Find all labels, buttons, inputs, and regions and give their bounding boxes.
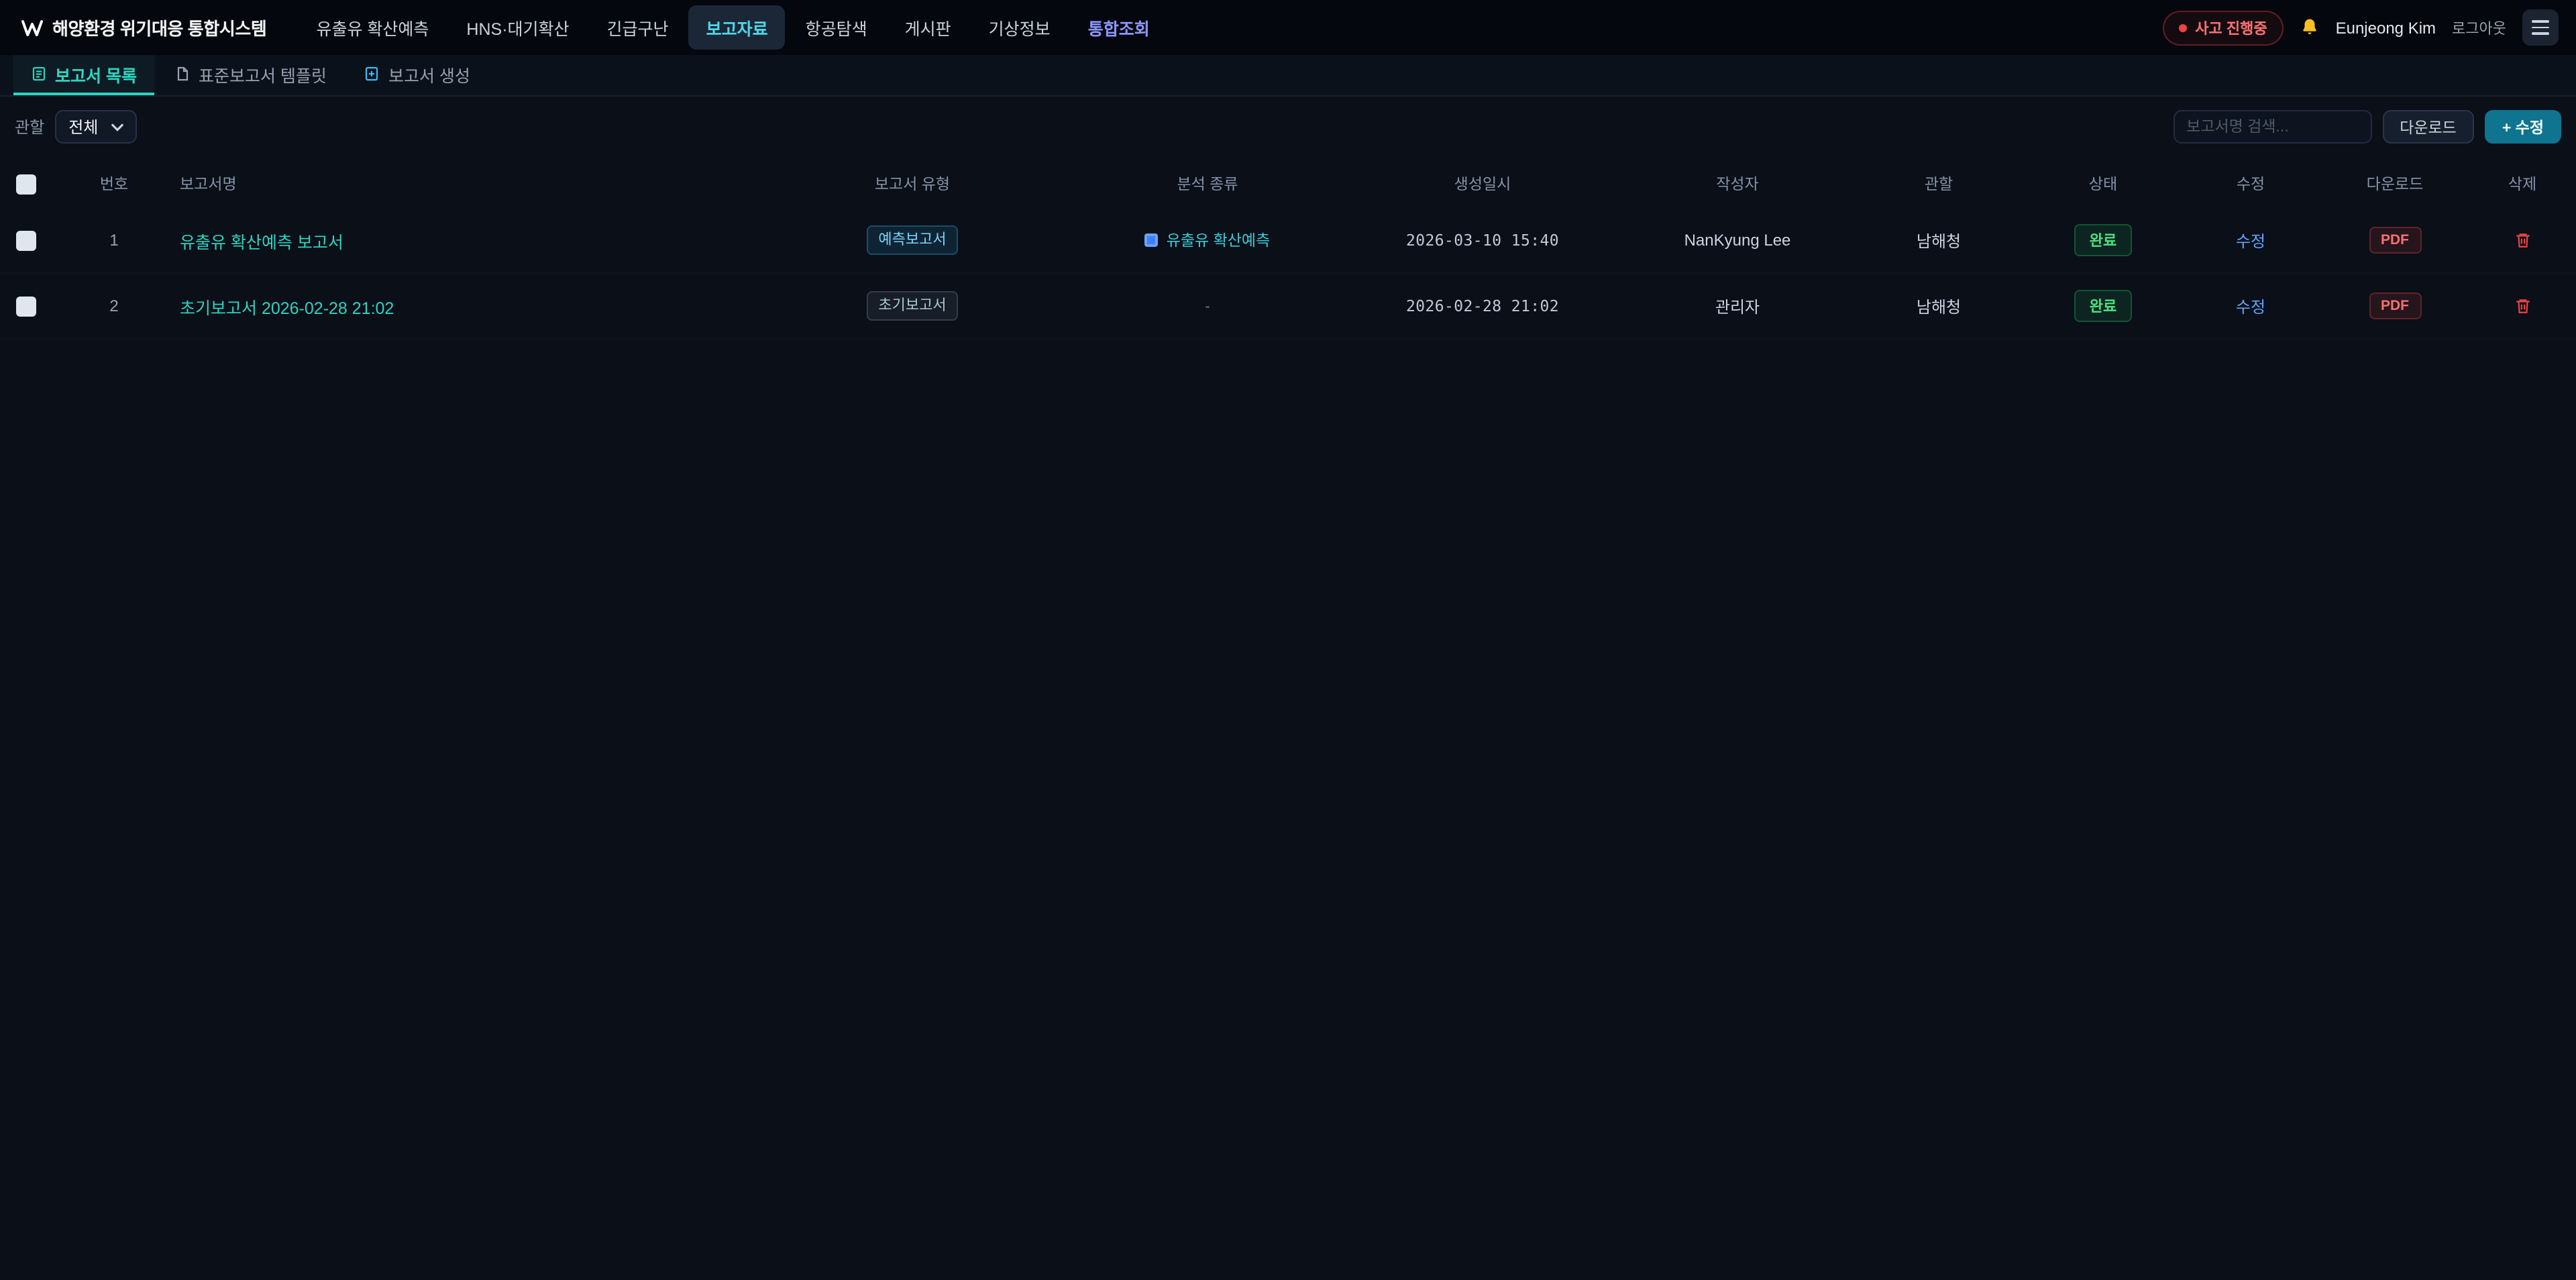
col-analysis-type: 분석 종류 [1073,160,1342,208]
col-number: 번호 [54,160,174,208]
analysis-type: - [1205,299,1210,315]
row-number: 1 [54,208,174,273]
author: 관리자 [1623,273,1851,339]
analysis-square-icon [1145,233,1159,247]
nav-item-rescue[interactable]: 긴급구난 [590,5,686,50]
created-datetime: 2026-03-10 15:40 [1342,208,1623,273]
jurisdiction: 남해청 [1851,273,2026,339]
nav-item-reports[interactable]: 보고자료 [689,5,786,50]
app-logo: 해양환경 위기대응 통합시스템 [13,15,274,40]
col-status: 상태 [2026,160,2180,208]
report-name-link[interactable]: 초기보고서 2026-02-28 21:02 [180,299,394,317]
status-badge: 완료 [2075,290,2132,322]
author: NanKyung Lee [1623,208,1851,273]
report-type-badge: 초기보고서 [866,291,958,321]
wing-w-icon [21,18,43,37]
report-type-badge: 예측보고서 [866,225,958,256]
nav-item-integrated-search[interactable]: 통합조회 [1071,5,1167,50]
table-row: 1 유출유 확산예측 보고서 예측보고서 유출유 확산예측 2026-03-10… [0,208,2576,273]
filter-bar: 관할 전체 다운로드 + 수정 [0,97,2576,154]
incident-status-badge: 사고 진행중 [2163,10,2283,45]
edit-link[interactable]: 수정 [2236,231,2265,250]
jurisdiction: 남해청 [1851,208,2026,273]
hamburger-menu-icon[interactable] [2522,9,2559,46]
col-author: 작성자 [1623,160,1851,208]
report-table: 번호 보고서명 보고서 유형 분석 종류 생성일시 작성자 관할 상태 수정 다… [0,154,2576,339]
logout-button[interactable]: 로그아웃 [2452,17,2506,38]
jurisdiction-select[interactable]: 전체 [55,110,137,144]
app-root: 해양환경 위기대응 통합시스템 유출유 확산예측 HNS·대기확산 긴급구난 보… [0,0,2576,1280]
nav-item-board[interactable]: 게시판 [888,5,969,50]
row-checkbox[interactable] [16,296,36,316]
col-jurisdiction: 관할 [1851,160,2026,208]
col-report-type: 보고서 유형 [751,160,1073,208]
tab-report-list[interactable]: 보고서 목록 [13,55,154,95]
top-navigation: 해양환경 위기대응 통합시스템 유출유 확산예측 HNS·대기확산 긴급구난 보… [0,0,2576,55]
trash-icon[interactable] [2514,297,2531,316]
analysis-type-label: 유출유 확산예측 [1167,229,1271,251]
tab-standard-template[interactable]: 표준보고서 템플릿 [157,55,344,95]
table-header: 번호 보고서명 보고서 유형 분석 종류 생성일시 작성자 관할 상태 수정 다… [0,160,2576,208]
analysis-type-label: - [1205,299,1210,315]
select-all-checkbox[interactable] [16,174,36,194]
col-report-name: 보고서명 [174,160,751,208]
report-create-icon [364,66,380,82]
col-download: 다운로드 [2321,160,2469,208]
nav-item-weather[interactable]: 기상정보 [971,5,1068,50]
analysis-type: 유출유 확산예측 [1145,229,1271,251]
download-button[interactable]: 다운로드 [2382,110,2474,144]
trash-icon[interactable] [2514,231,2531,250]
incident-dot-icon [2179,23,2187,32]
report-table-body: 1 유출유 확산예측 보고서 예측보고서 유출유 확산예측 2026-03-10… [0,208,2576,339]
row-checkbox[interactable] [16,230,36,250]
report-name-link[interactable]: 유출유 확산예측 보고서 [180,233,343,252]
nav-item-oil-spill[interactable]: 유출유 확산예측 [299,5,446,50]
row-number: 2 [54,273,174,339]
edit-link[interactable]: 수정 [2236,297,2265,316]
col-delete: 삭제 [2469,160,2576,208]
jurisdiction-filter-label: 관할 [15,115,44,138]
report-list-icon [31,66,47,82]
chevron-down-icon [111,123,123,131]
filter-actions: 다운로드 + 수정 [2173,110,2561,144]
table-row: 2 초기보고서 2026-02-28 21:02 초기보고서 - 2026-02… [0,273,2576,339]
status-badge: 완료 [2075,224,2132,256]
search-input[interactable] [2173,110,2371,144]
create-button[interactable]: + 수정 [2485,110,2561,144]
bell-icon[interactable] [2300,17,2320,38]
col-edit: 수정 [2180,160,2321,208]
pdf-download-badge[interactable]: PDF [2369,292,2421,319]
nav-item-hns[interactable]: HNS·대기확산 [449,5,586,50]
created-datetime: 2026-02-28 21:02 [1342,273,1623,339]
report-tabbar: 보고서 목록 표준보고서 템플릿 보고서 생성 [0,55,2576,97]
col-created: 생성일시 [1342,160,1623,208]
tab-report-create[interactable]: 보고서 생성 [347,55,488,95]
nav-item-aerial-search[interactable]: 항공탐색 [788,5,885,50]
user-name: Eunjeong Kim [2336,18,2436,37]
app-title: 해양환경 위기대응 통합시스템 [52,15,266,40]
topnav-right: 사고 진행중 Eunjeong Kim 로그아웃 [2163,9,2563,46]
pdf-download-badge[interactable]: PDF [2369,227,2421,254]
template-document-icon [174,66,191,82]
main-nav: 유출유 확산예측 HNS·대기확산 긴급구난 보고자료 항공탐색 게시판 기상정… [299,5,1167,50]
